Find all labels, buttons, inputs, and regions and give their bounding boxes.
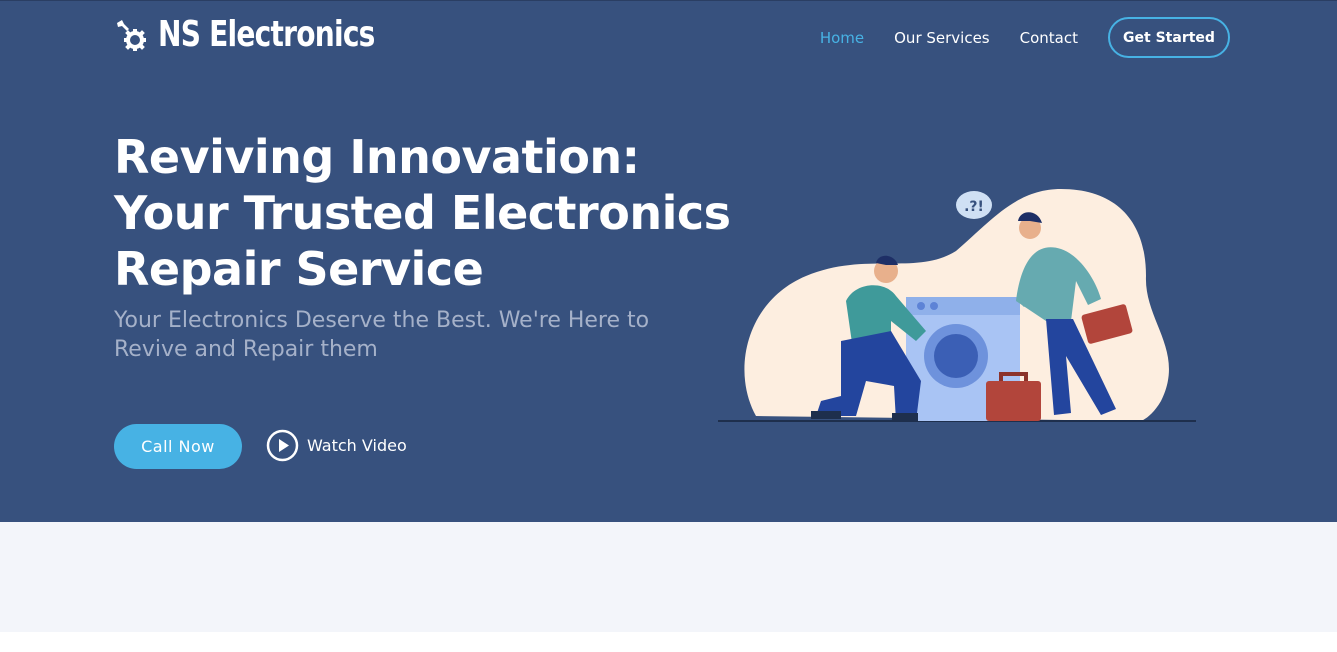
watch-video-label: Watch Video	[307, 436, 407, 455]
headline-line-1: Reviving Innovation:	[114, 130, 640, 184]
hero-section: NS Electronics Home Our Services Contact…	[0, 0, 1337, 522]
next-section	[0, 522, 1337, 632]
speech-bubble: .?!	[956, 191, 992, 219]
brand-logo[interactable]: NS Electronics	[114, 17, 436, 53]
toolbox	[986, 372, 1041, 421]
svg-text:.?!: .?!	[964, 199, 984, 215]
watch-video-link[interactable]: Watch Video	[266, 429, 407, 462]
hero-headline: Reviving Innovation: Your Trusted Electr…	[114, 129, 731, 297]
repair-illustration: .?!	[718, 189, 1196, 422]
play-circle-icon	[266, 429, 299, 462]
gear-wrench-icon	[117, 20, 146, 51]
get-started-button[interactable]: Get Started	[1108, 17, 1230, 58]
nav-home[interactable]: Home	[820, 29, 864, 47]
nav-our-services[interactable]: Our Services	[894, 29, 990, 47]
hero-subheadline: Your Electronics Deserve the Best. We're…	[114, 308, 650, 362]
brand-name: NS Electronics	[158, 14, 375, 55]
headline-line-3: Repair Service	[114, 242, 484, 296]
call-now-button[interactable]: Call Now	[114, 424, 242, 469]
main-nav: Home Our Services Contact Get Started	[790, 17, 1230, 58]
nav-contact[interactable]: Contact	[1020, 29, 1078, 47]
headline-line-2: Your Trusted Electronics	[114, 186, 731, 240]
